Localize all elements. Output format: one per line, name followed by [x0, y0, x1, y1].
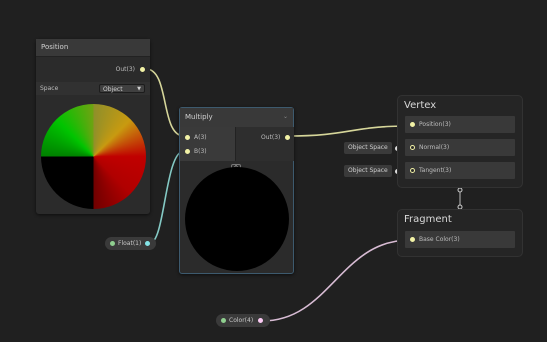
property-icon: [110, 241, 115, 246]
input-a-label: A(3): [194, 134, 207, 141]
color-property-label: Color(4): [229, 317, 254, 324]
space-dropdown[interactable]: Object ▼: [99, 84, 145, 93]
block-position-label: Position(3): [419, 121, 451, 128]
normal-space-input[interactable]: Object Space: [344, 142, 392, 154]
wire-multiply-to-vertex-position: [287, 125, 411, 137]
multiply-output-port[interactable]: [285, 135, 290, 140]
float-output-port[interactable]: [145, 241, 150, 246]
float-property-node[interactable]: Float(1): [105, 237, 156, 250]
block-position-port[interactable]: [410, 122, 415, 127]
block-normal[interactable]: Normal(3): [405, 139, 515, 156]
tangent-space-label: Object Space: [348, 167, 388, 174]
fragment-context[interactable]: Fragment Base Color(3): [397, 209, 523, 257]
space-label: Space: [40, 85, 59, 92]
block-base-color-label: Base Color(3): [419, 236, 460, 243]
vertex-context[interactable]: Vertex Position(3) Normal(3) Tangent(3): [397, 95, 523, 188]
color-property-node[interactable]: Color(4): [216, 314, 270, 327]
multiply-outputs: Out(3): [235, 127, 294, 161]
block-tangent-port[interactable]: [410, 168, 415, 173]
multiply-output-label: Out(3): [261, 134, 281, 141]
space-dropdown-value: Object: [103, 86, 123, 93]
block-base-color-port[interactable]: [410, 237, 415, 242]
chevron-down-icon[interactable]: ⌄: [283, 113, 288, 120]
position-preview: [41, 104, 146, 209]
shader-graph-canvas[interactable]: Position Out(3) Space Object ▼ Multiply …: [0, 0, 547, 342]
normal-space-label: Object Space: [348, 144, 388, 151]
context-link-top-dot: [457, 187, 463, 193]
tangent-space-input[interactable]: Object Space: [344, 165, 392, 177]
block-tangent-label: Tangent(3): [419, 167, 452, 174]
block-tangent[interactable]: Tangent(3): [405, 162, 515, 179]
input-b-port[interactable]: [185, 149, 190, 154]
space-row: Space Object ▼: [36, 82, 150, 95]
block-base-color[interactable]: Base Color(3): [405, 231, 515, 248]
fragment-title: Fragment: [404, 214, 452, 225]
multiply-node-title: Multiply: [180, 108, 293, 127]
multiply-preview: [185, 167, 289, 271]
vertex-title: Vertex: [404, 100, 437, 111]
input-a-port[interactable]: [185, 135, 190, 140]
float-property-label: Float(1): [118, 240, 142, 247]
block-normal-label: Normal(3): [419, 144, 450, 151]
multiply-node[interactable]: Multiply ⌄ A(3) B(3) Out(3) ^: [179, 107, 294, 274]
color-output-port[interactable]: [258, 318, 263, 323]
input-b-label: B(3): [194, 148, 207, 155]
block-normal-port[interactable]: [410, 145, 415, 150]
position-output-label: Out(3): [115, 66, 135, 73]
block-position[interactable]: Position(3): [405, 116, 515, 133]
property-icon: [221, 318, 226, 323]
position-output-port[interactable]: [140, 67, 145, 72]
chevron-down-icon: ▼: [137, 86, 141, 92]
multiply-inputs: A(3) B(3): [180, 127, 235, 161]
position-node[interactable]: Position Out(3) Space Object ▼: [36, 39, 150, 214]
position-node-title: Position: [36, 39, 150, 57]
